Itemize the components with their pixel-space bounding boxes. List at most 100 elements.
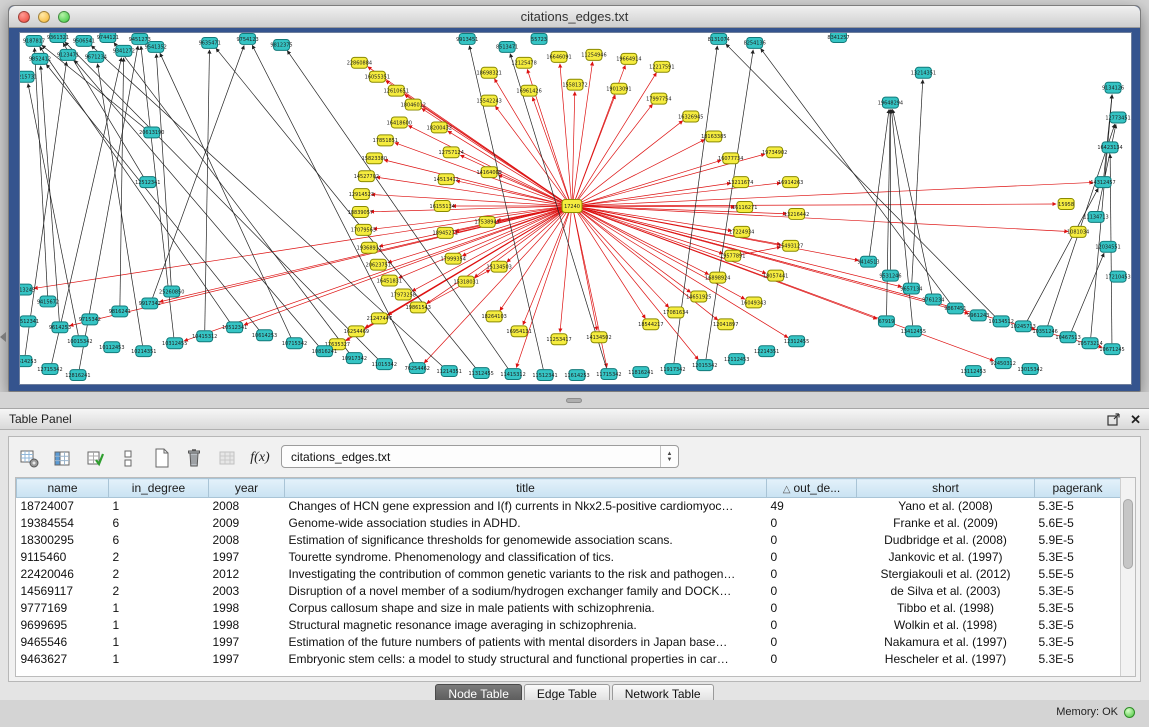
column-header-in_degree[interactable]: in_degree [109,479,209,498]
graph-node[interactable]: 9506541 [73,35,95,46]
graph-node[interactable]: 16914263 [778,177,803,188]
graph-node[interactable]: 20623751 [366,259,391,270]
graph-node[interactable]: 12217591 [649,61,674,72]
graph-node[interactable]: 18544217 [638,319,663,330]
graph-node[interactable]: 9761234 [922,294,944,305]
show-columns-icon[interactable] [50,446,74,470]
graph-node[interactable]: 14651925 [686,291,711,302]
graph-node[interactable]: 16423134 [1097,142,1122,153]
import-table-icon[interactable] [215,446,239,470]
graph-node[interactable]: 9671234 [85,51,107,62]
graph-node[interactable]: 9657134 [900,283,922,294]
graph-node[interactable]: 18264103 [481,311,506,322]
graph-node[interactable]: 12614253 [20,356,37,367]
graph-node[interactable]: 12015342 [692,360,717,371]
graph-node[interactable]: 9812375 [270,39,292,50]
delete-column-icon[interactable] [182,446,206,470]
graph-node[interactable]: 9614253 [49,322,71,333]
graph-node[interactable]: 14527702 [354,171,379,182]
collapse-arrow-icon[interactable] [0,332,6,342]
graph-node[interactable]: 11214351 [437,366,462,377]
table-row[interactable]: 2242004622012Investigating the contribut… [17,566,1121,583]
graph-node[interactable]: 25260850 [159,286,184,297]
graph-node[interactable]: 16898924 [705,272,730,283]
graph-node[interactable]: 17210453 [1105,271,1130,282]
graph-node[interactable]: 9341272 [113,45,135,56]
graph-node[interactable]: 9512341 [20,316,39,327]
graph-node[interactable]: 12816241 [65,370,90,381]
column-header-short[interactable]: short [857,479,1035,498]
graph-node[interactable]: 13112453 [961,366,986,377]
graph-node[interactable]: 15134503 [486,261,511,272]
table-row[interactable]: 946554611997Estimation of the future num… [17,634,1121,651]
graph-node[interactable]: 67919 [878,316,894,327]
graph-node[interactable]: 16418600 [387,117,412,128]
table-row[interactable]: 946362711997Embryonic stem cells: a mode… [17,651,1121,668]
scrollbar-thumb[interactable] [1123,499,1133,569]
graph-node[interactable]: 15581372 [562,79,587,90]
table-row[interactable]: 977716911998Corpus callosum shape and si… [17,600,1121,617]
graph-node[interactable]: 11415312 [500,369,525,380]
column-header-pagerank[interactable]: pagerank [1035,479,1121,498]
graph-node[interactable]: 18945271 [433,227,458,238]
graph-node[interactable]: 9414513 [857,256,879,267]
graph-node[interactable]: 8131074 [708,33,730,44]
graph-node[interactable]: 9816241 [109,306,131,317]
column-header-out_degree[interactable]: △out_de... [767,479,857,498]
table-row[interactable]: 1872400712008Changes of HCN gene express… [17,498,1121,515]
graph-node[interactable]: 10614253 [252,330,277,341]
graph-node[interactable]: 20613190 [139,127,164,138]
graph-node[interactable]: 9852412 [29,53,51,64]
graph-node[interactable]: 12715342 [37,364,62,375]
graph-node[interactable]: 10214351 [131,346,156,357]
graph-node[interactable]: 18163385 [701,131,726,142]
graph-node[interactable]: 9913451 [456,33,478,44]
edit-columns-icon[interactable] [83,446,107,470]
graph-node[interactable]: 10112453 [99,342,124,353]
graph-node[interactable]: 16055351 [365,71,390,82]
graph-node[interactable]: 14134502 [586,332,611,343]
graph-node[interactable]: 15823380 [362,153,387,164]
graph-node[interactable]: 8341257 [827,33,849,42]
graph-node[interactable]: 9867451 [944,303,966,314]
graph-node[interactable]: 9754123 [236,33,258,44]
graph-node[interactable]: 14513412 [434,174,459,185]
graph-node[interactable]: 10415312 [192,331,217,342]
graph-node[interactable]: 10715342 [282,338,307,349]
graph-node[interactable]: 18057441 [763,270,788,281]
graph-node[interactable]: 9917342 [139,298,161,309]
graph-node[interactable]: 13211674 [728,177,753,188]
graph-node[interactable]: 9415672 [37,296,59,307]
graph-node[interactable]: 11254946 [581,49,606,60]
graph-node[interactable]: 12214351 [754,346,779,357]
graph-node[interactable]: 8513471 [496,41,518,52]
function-builder-icon[interactable]: f(x) [248,446,272,470]
graph-node[interactable]: 11312455 [468,368,493,379]
column-header-title[interactable]: title [285,479,767,498]
graph-node[interactable]: 10015342 [67,336,92,347]
graph-node[interactable]: 17079563 [351,224,376,235]
graph-node[interactable]: 9744121 [97,33,119,42]
graph-node[interactable]: 9134126 [1102,82,1124,93]
graph-node[interactable]: 16954131 [506,326,531,337]
graph-node[interactable]: 92450312 [991,358,1016,369]
graph-node[interactable]: 17081634 [663,307,688,318]
graph-node[interactable]: 18698321 [476,67,501,78]
graph-node[interactable]: 11015342 [372,359,397,370]
close-panel-icon[interactable]: ✕ [1130,409,1141,430]
graph-node[interactable]: 11512341 [532,370,557,381]
combo-spinner-icon[interactable]: ▲ ▼ [660,446,678,467]
graph-node[interactable]: 15542243 [476,95,501,106]
graph-node[interactable]: 17851851 [373,135,398,146]
graph-node[interactable]: 14164009 [476,167,501,178]
table-row[interactable]: 1456911722003Disruption of a novel membe… [17,583,1121,600]
network-view[interactable]: 1724022860884160553511261065118046012164… [19,32,1132,385]
graph-node[interactable]: 8254136 [744,37,766,48]
graph-node[interactable]: 19013091 [606,83,631,94]
graph-node[interactable]: 11614253 [564,370,589,381]
graph-node[interactable]: 15958 [1058,199,1074,210]
graph-node[interactable]: 16049343 [741,297,766,308]
graph-node[interactable]: 10312455 [162,338,187,349]
graph-node[interactable]: 15493127 [778,240,803,251]
graph-node[interactable]: 76254462 [405,363,430,374]
